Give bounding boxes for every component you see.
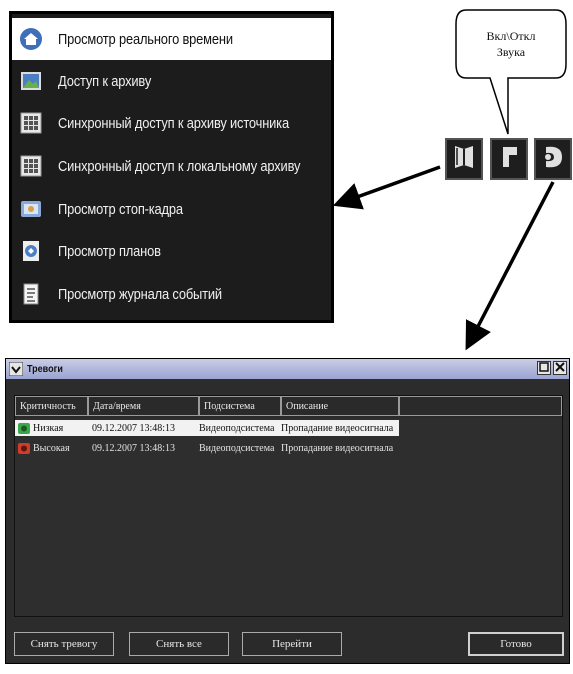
severity-label: Низкая — [33, 422, 64, 434]
window-title: Тревоги — [27, 363, 63, 375]
restore-button[interactable] — [537, 361, 551, 375]
subsystem-cell: Видеоподсистема — [199, 422, 275, 434]
alarms-table: Критичность Дата/время Подсистема Описан… — [14, 395, 563, 617]
alarms-window: Тревоги Критичность Дата/время Подсистем… — [5, 358, 570, 664]
table-header: Критичность Дата/время Подсистема Описан… — [15, 396, 562, 418]
severity-low-icon — [18, 422, 31, 435]
close-button[interactable] — [553, 361, 567, 375]
subsystem-cell: Видеоподсистема — [199, 442, 275, 454]
done-button[interactable]: Готово — [468, 632, 564, 656]
chevron-down-icon[interactable] — [8, 361, 24, 377]
severity-high-icon — [18, 442, 31, 455]
datetime-cell: 09.12.2007 13:48:13 — [92, 442, 176, 454]
column-header-extra[interactable] — [399, 396, 562, 416]
column-header-description[interactable]: Описание — [281, 396, 399, 416]
table-row[interactable]: Высокая 09.12.2007 13:48:13 Видеоподсист… — [15, 440, 399, 456]
description-cell: Пропадание видеосигнала — [281, 422, 394, 434]
severity-cell: Высокая — [15, 442, 88, 455]
table-row[interactable]: Низкая 09.12.2007 13:48:13 Видеоподсисте… — [15, 420, 399, 436]
description-cell: Пропадание видеосигнала — [281, 442, 394, 454]
datetime-cell: 09.12.2007 13:48:13 — [92, 422, 176, 434]
severity-label: Высокая — [33, 442, 70, 454]
clear-alarm-button[interactable]: Снять тревогу — [14, 632, 114, 656]
go-button[interactable]: Перейти — [242, 632, 342, 656]
clear-all-button[interactable]: Снять все — [129, 632, 229, 656]
severity-cell: Низкая — [15, 422, 88, 435]
window-titlebar[interactable]: Тревоги — [6, 359, 569, 379]
column-header-datetime[interactable]: Дата/время — [88, 396, 199, 416]
column-header-severity[interactable]: Критичность — [15, 396, 88, 416]
close-icon — [555, 359, 565, 377]
restore-icon — [539, 359, 549, 377]
column-header-subsystem[interactable]: Подсистема — [199, 396, 281, 416]
